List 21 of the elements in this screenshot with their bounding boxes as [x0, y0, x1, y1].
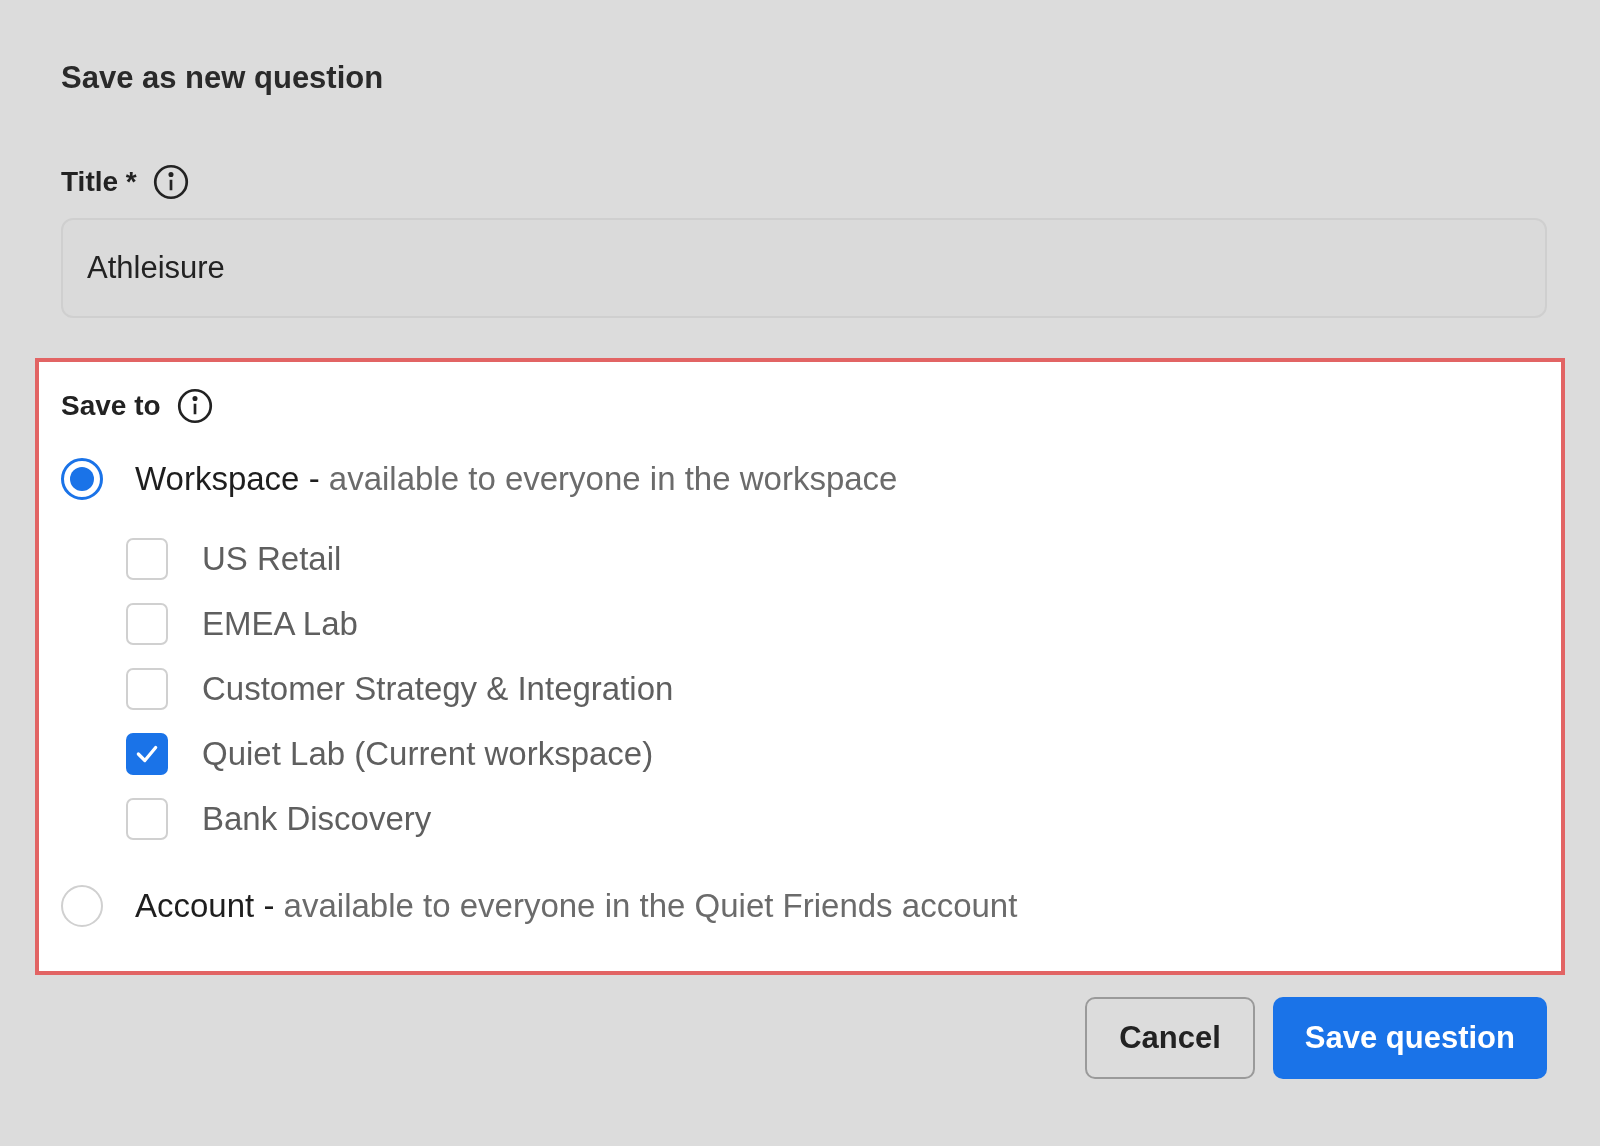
save-button[interactable]: Save question [1272, 997, 1547, 1079]
checkbox[interactable] [126, 667, 168, 710]
checkbox[interactable] [126, 797, 168, 840]
checkbox-label: Bank Discovery [202, 799, 432, 838]
checkbox-label: Customer Strategy & Integration [202, 669, 674, 708]
section-label: Save to [61, 390, 161, 422]
option-label: Workspace - available to everyone in the workspace [135, 460, 898, 498]
checkbox[interactable] [126, 537, 168, 580]
checkbox-label: Quiet Lab (Current workspace) [202, 734, 654, 773]
title-input[interactable]: Athleisure [61, 218, 1547, 318]
checkbox-label: US Retail [202, 539, 342, 578]
info-icon[interactable] [176, 388, 213, 424]
dialog-title: Save as new question [61, 60, 384, 96]
radio-button[interactable] [61, 458, 103, 500]
checkbox-label: EMEA Lab [202, 604, 358, 643]
field-label: Title * [61, 166, 137, 198]
checkbox[interactable] [126, 602, 168, 645]
cancel-button[interactable]: Cancel [1085, 997, 1255, 1079]
checkbox[interactable] [126, 732, 168, 775]
info-icon[interactable] [152, 164, 189, 200]
option-label: Account - available to everyone in the Quiet Friends account [135, 887, 1018, 925]
